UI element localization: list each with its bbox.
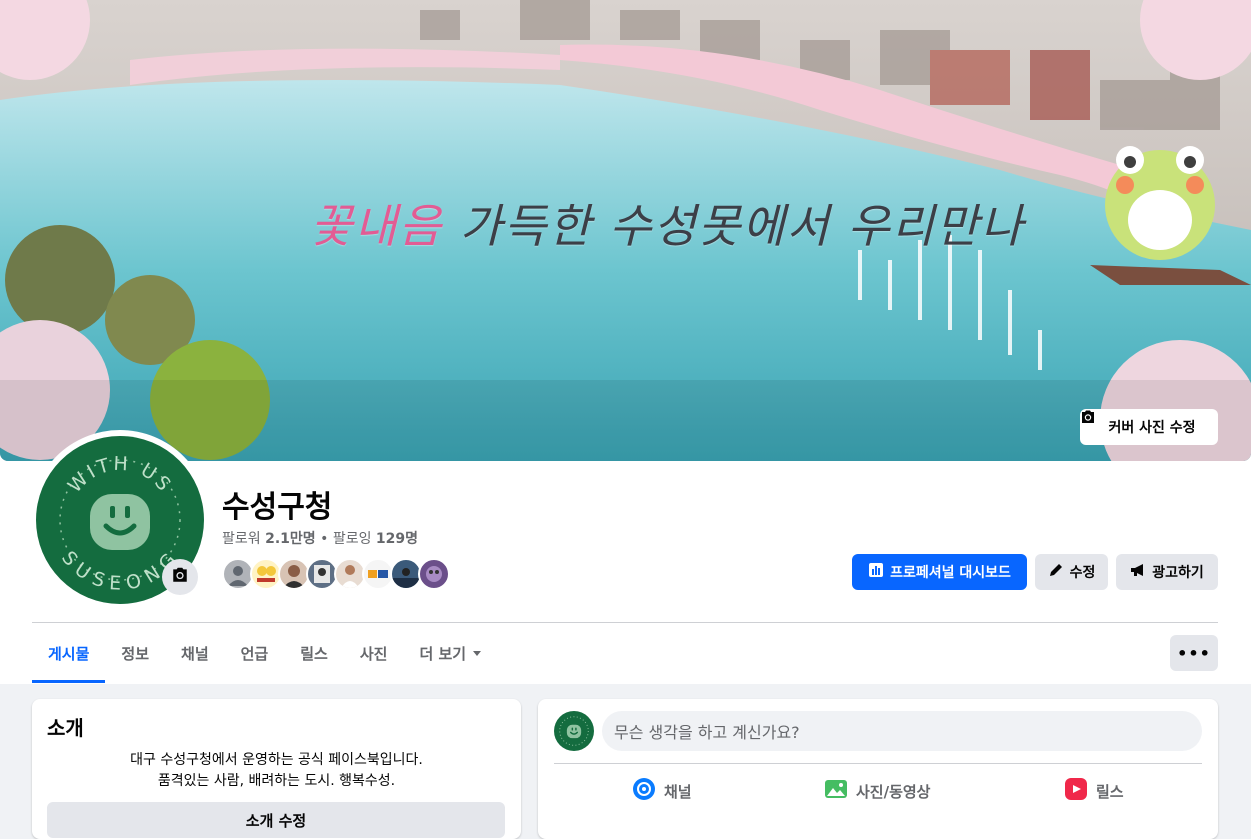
composer-placeholder: 무슨 생각을 하고 계신가요? [614, 723, 800, 742]
following-label: 팔로잉 [332, 531, 372, 547]
update-profile-picture-button[interactable] [162, 559, 198, 595]
photo-video-button[interactable]: 사진/동영상 [824, 775, 930, 807]
edit-bio-button[interactable]: 소개 수정 [47, 802, 505, 838]
page-tabs: 게시물 정보 채널 언급 릴스 사진 더 보기 [32, 623, 498, 683]
edit-page-button[interactable]: 수정 [1035, 554, 1108, 590]
tab-channel[interactable]: 채널 [165, 623, 225, 683]
following-link[interactable]: 팔로잉 129명 [333, 531, 418, 547]
cover-headline-rest: 가득한 수성못에서 우리만나 [459, 199, 1025, 253]
tab-label: 정보 [121, 644, 150, 663]
page-title: 수성구청 [222, 490, 333, 525]
tab-label: 사진 [359, 644, 388, 663]
tab-label: 언급 [240, 644, 269, 663]
cover-photo[interactable]: 꽃내음 가득한 수성못에서 우리만나 커버 사진 수정 [0, 0, 1251, 461]
intro-bio-line: 대구 수성구청에서 운영하는 공식 페이스북입니다. [130, 752, 423, 768]
intro-bio-line: 품격있는 사람, 배려하는 도시. 행복수성. [157, 773, 396, 789]
composer-divider [554, 763, 1202, 764]
camera-icon [171, 566, 189, 588]
avatar[interactable] [554, 711, 594, 751]
intro-card: 소개 대구 수성구청에서 운영하는 공식 페이스북입니다. 품격있는 사람, 배… [32, 699, 521, 839]
dashboard-label: 프로페셔널 대시보드 [890, 565, 1011, 581]
tab-label: 채널 [181, 644, 209, 663]
tab-label: 릴스 [300, 644, 328, 663]
reels-label: 릴스 [1096, 782, 1124, 801]
tab-label: 게시물 [48, 644, 90, 663]
post-composer: 무슨 생각을 하고 계신가요? 채널 사진/동영상 릴스 [538, 699, 1218, 839]
tab-mentions[interactable]: 언급 [225, 623, 285, 683]
dot-separator: • [320, 531, 329, 547]
pencil-icon [1048, 562, 1064, 582]
intro-title: 소개 [47, 716, 84, 740]
tab-reels[interactable]: 릴스 [284, 623, 344, 683]
dashboard-icon [868, 562, 884, 582]
edit-label: 수정 [1069, 565, 1096, 581]
followers-count: 2.1만명 [265, 531, 316, 547]
followers-link[interactable]: 팔로워 2.1만명 [222, 531, 316, 547]
follow-stats: 팔로워 2.1만명 • 팔로잉 129명 [222, 528, 418, 548]
follower-avatar[interactable] [418, 558, 450, 590]
followers-label: 팔로워 [222, 531, 261, 547]
edit-cover-label: 커버 사진 수정 [1108, 420, 1196, 436]
cover-headline-pink: 꽃내음 [310, 199, 443, 253]
channel-button[interactable]: 채널 [632, 775, 692, 807]
page-header-card: 꽃내음 가득한 수성못에서 우리만나 커버 사진 수정 WITH US SUSE… [0, 0, 1251, 684]
messenger-channel-icon [632, 777, 656, 805]
photo-video-label: 사진/동영상 [856, 782, 931, 801]
following-count: 129명 [375, 531, 419, 547]
tab-about[interactable]: 정보 [105, 623, 165, 683]
whats-on-your-mind-input[interactable]: 무슨 생각을 하고 계신가요? [602, 711, 1202, 751]
edit-bio-label: 소개 수정 [245, 811, 307, 830]
cover-headline: 꽃내음 가득한 수성못에서 우리만나 [310, 190, 1025, 256]
tab-label: 더 보기 [419, 644, 467, 663]
advertise-label: 광고하기 [1152, 565, 1204, 581]
advertise-button[interactable]: 광고하기 [1116, 554, 1218, 590]
ellipsis-icon: ••• [1177, 643, 1211, 663]
caret-down-icon [472, 644, 482, 662]
photo-icon [824, 777, 848, 805]
reels-icon [1064, 777, 1088, 805]
channel-label: 채널 [664, 782, 692, 801]
megaphone-icon [1130, 562, 1146, 582]
tab-photos[interactable]: 사진 [344, 623, 404, 683]
reels-button[interactable]: 릴스 [1064, 775, 1124, 807]
tab-posts[interactable]: 게시물 [32, 623, 106, 683]
professional-dashboard-button[interactable]: 프로페셔널 대시보드 [852, 554, 1027, 590]
follower-avatars [222, 558, 450, 590]
more-options-button[interactable]: ••• [1170, 635, 1218, 671]
tab-more[interactable]: 더 보기 [403, 623, 498, 683]
logo-text-top: WITH US [64, 453, 177, 498]
edit-cover-button[interactable]: 커버 사진 수정 [1080, 409, 1218, 445]
